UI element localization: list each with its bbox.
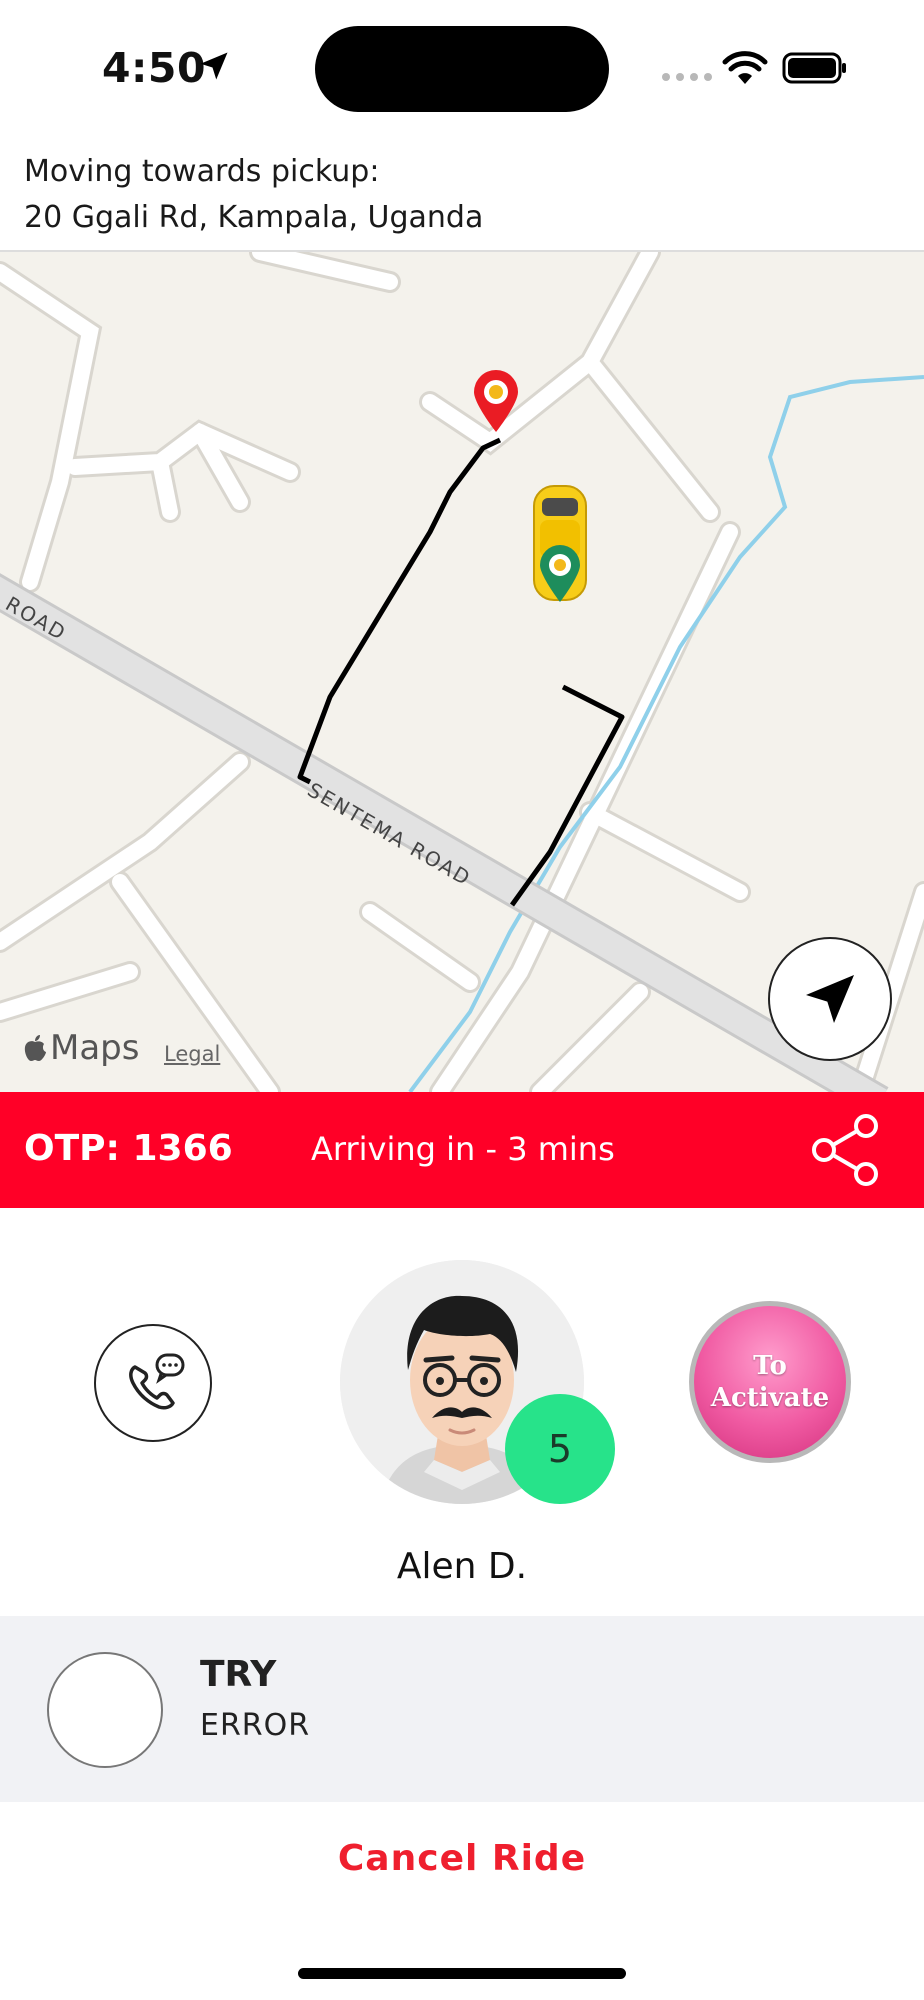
recenter-location-button[interactable] xyxy=(768,937,892,1061)
navigation-arrow-icon xyxy=(806,975,854,1023)
driver-section: 5 To Activate Alen D. xyxy=(0,1208,924,1616)
ride-status-bar: OTP: 1366 Arriving in - 3 mins xyxy=(0,1092,924,1208)
maps-attribution: Maps xyxy=(22,1028,139,1068)
otp-code: OTP: 1366 xyxy=(24,1128,233,1169)
call-message-button[interactable] xyxy=(94,1324,212,1442)
arrival-eta: Arriving in - 3 mins xyxy=(311,1130,615,1168)
battery-icon xyxy=(782,52,846,84)
location-arrow-icon xyxy=(200,52,228,80)
share-icon[interactable] xyxy=(810,1114,880,1186)
pickup-label: Moving towards pickup: xyxy=(24,154,380,189)
phone-chat-icon xyxy=(129,1353,185,1410)
activate-button[interactable]: To Activate xyxy=(689,1301,851,1463)
vehicle-info: TRY ERROR xyxy=(0,1616,924,1802)
activate-label-line2: Activate xyxy=(710,1383,830,1413)
status-bar: 4:50 xyxy=(0,0,924,140)
pickup-marker-icon[interactable] xyxy=(472,370,520,434)
cellular-signal-icon xyxy=(662,73,712,81)
vehicle-title: TRY xyxy=(200,1654,277,1695)
driver-rating-badge: 5 xyxy=(505,1394,615,1504)
status-time: 4:50 xyxy=(102,44,206,92)
maps-provider-label: Maps xyxy=(50,1028,140,1068)
activate-label-line1: To xyxy=(753,1351,787,1381)
vehicle-image-placeholder xyxy=(47,1652,163,1768)
vehicle-subtitle: ERROR xyxy=(200,1708,311,1743)
apple-logo-icon xyxy=(24,1035,46,1061)
driver-location-marker-icon xyxy=(540,545,580,602)
dynamic-island xyxy=(315,26,609,112)
maps-legal-link[interactable]: Legal xyxy=(164,1042,220,1066)
map-view[interactable]: ROAD SENTEMA ROAD Maps Legal xyxy=(0,252,924,1092)
cancel-ride-button[interactable]: Cancel Ride xyxy=(0,1838,924,1879)
pickup-address: 20 Ggali Rd, Kampala, Uganda xyxy=(24,200,484,235)
driver-name: Alen D. xyxy=(396,1546,528,1587)
wifi-icon xyxy=(722,51,768,84)
pickup-header: Moving towards pickup: 20 Ggali Rd, Kamp… xyxy=(0,140,924,252)
home-indicator[interactable] xyxy=(298,1968,626,1979)
